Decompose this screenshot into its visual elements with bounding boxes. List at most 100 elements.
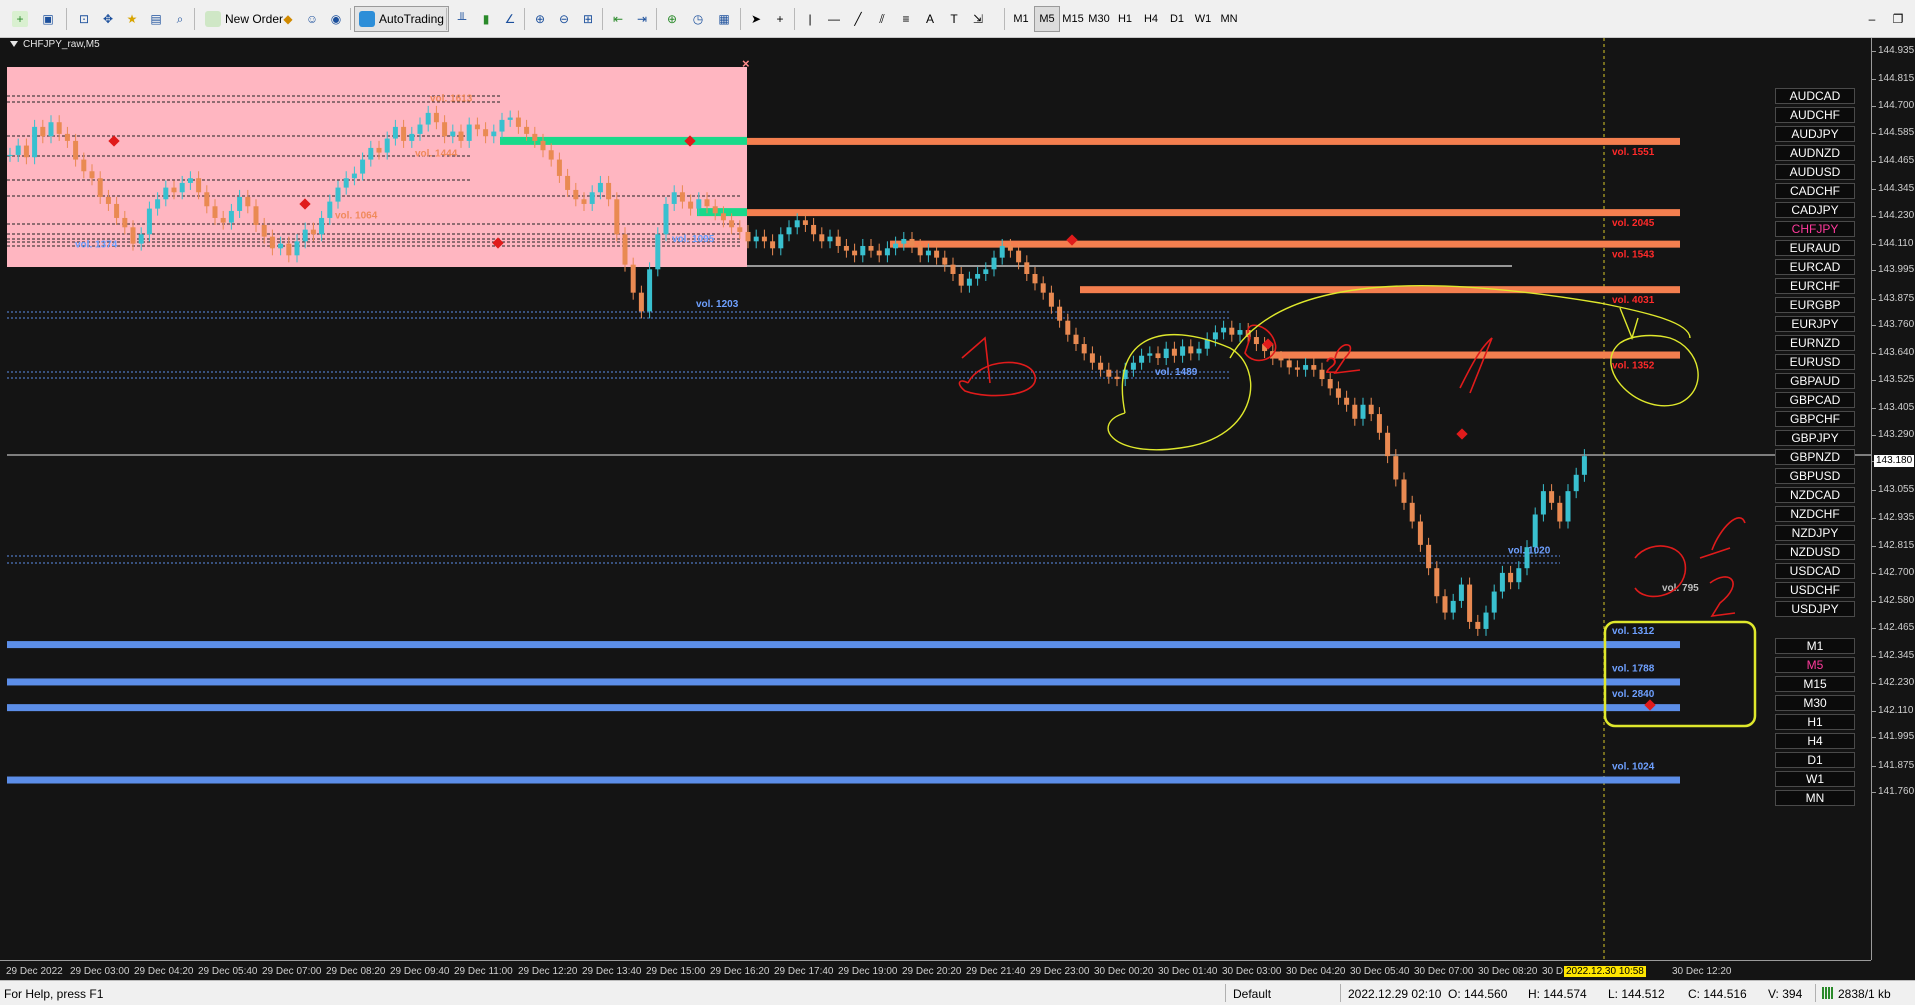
panel-tf-button-h1[interactable]: H1 bbox=[1775, 714, 1855, 730]
market-watch-icon[interactable]: ⊡ bbox=[72, 6, 96, 32]
trendline-icon[interactable]: ╱ bbox=[846, 6, 870, 32]
text-tool-icon[interactable]: A bbox=[918, 6, 942, 32]
navigator-icon[interactable]: ✥ bbox=[96, 6, 120, 32]
symbol-button-gbpusd[interactable]: GBPUSD bbox=[1775, 468, 1855, 484]
symbol-button-nzdcad[interactable]: NZDCAD bbox=[1775, 487, 1855, 503]
status-volume: V: 394 bbox=[1768, 987, 1803, 1001]
arrows-icon[interactable]: ⇲ bbox=[966, 6, 990, 32]
symbol-button-usdchf[interactable]: USDCHF bbox=[1775, 582, 1855, 598]
symbol-button-gbpaud[interactable]: GBPAUD bbox=[1775, 373, 1855, 389]
bar-chart-icon[interactable]: ╨ bbox=[450, 6, 474, 32]
profiles-icon[interactable]: ▣ bbox=[36, 6, 60, 32]
tf-m5[interactable]: M5 bbox=[1034, 6, 1060, 32]
vertical-line-icon[interactable]: | bbox=[798, 6, 822, 32]
candle-body bbox=[638, 292, 644, 312]
tile-windows-icon[interactable]: ⊞ bbox=[576, 6, 600, 32]
symbol-button-audnzd[interactable]: AUDNZD bbox=[1775, 145, 1855, 161]
symbol-button-audcad[interactable]: AUDCAD bbox=[1775, 88, 1855, 104]
terminal-icon[interactable]: ▤ bbox=[144, 6, 168, 32]
chart-shift-icon[interactable]: ⇥ bbox=[630, 6, 654, 32]
symbol-button-gbpcad[interactable]: GBPCAD bbox=[1775, 392, 1855, 408]
tf-d1[interactable]: D1 bbox=[1164, 6, 1190, 32]
panel-tf-button-d1[interactable]: D1 bbox=[1775, 752, 1855, 768]
panel-tf-button-m15[interactable]: M15 bbox=[1775, 676, 1855, 692]
new-chart-icon[interactable]: + bbox=[8, 6, 32, 32]
candle-body bbox=[155, 199, 161, 209]
symbol-button-cadjpy[interactable]: CADJPY bbox=[1775, 202, 1855, 218]
symbol-button-audusd[interactable]: AUDUSD bbox=[1775, 164, 1855, 180]
candlestick-icon[interactable]: ▮ bbox=[474, 6, 498, 32]
symbol-button-eurjpy[interactable]: EURJPY bbox=[1775, 316, 1855, 332]
price-tick bbox=[1872, 188, 1876, 190]
candle-body bbox=[958, 273, 964, 286]
panel-tf-button-m1[interactable]: M1 bbox=[1775, 638, 1855, 654]
time-label: 29 Dec 12:20 bbox=[518, 966, 578, 977]
panel-tf-button-m30[interactable]: M30 bbox=[1775, 695, 1855, 711]
candle-body bbox=[556, 159, 562, 176]
signals-icon[interactable]: ☺ bbox=[300, 6, 324, 32]
candle-body bbox=[942, 257, 948, 265]
horizontal-line-icon[interactable]: — bbox=[822, 6, 846, 32]
line-chart-icon[interactable]: ∠ bbox=[498, 6, 522, 32]
symbol-button-eurcad[interactable]: EURCAD bbox=[1775, 259, 1855, 275]
cursor-icon[interactable]: ➤ bbox=[744, 6, 768, 32]
symbol-button-nzdchf[interactable]: NZDCHF bbox=[1775, 506, 1855, 522]
time-axis[interactable]: 29 Dec 2022 29 Dec 03:00 29 Dec 04:20 29 De… bbox=[0, 960, 1871, 980]
metaeditor-icon[interactable]: ◆ bbox=[276, 6, 300, 32]
tf-h4[interactable]: H4 bbox=[1138, 6, 1164, 32]
restore-icon[interactable]: ❐ bbox=[1886, 6, 1910, 32]
price-label: 141.875 bbox=[1878, 759, 1915, 771]
symbol-button-eurchf[interactable]: EURCHF bbox=[1775, 278, 1855, 294]
symbol-button-audjpy[interactable]: AUDJPY bbox=[1775, 126, 1855, 142]
equidistant-channel-icon[interactable]: ⫽ bbox=[870, 6, 894, 32]
periods-icon[interactable]: ◷ bbox=[686, 6, 710, 32]
panel-tf-button-mn[interactable]: MN bbox=[1775, 790, 1855, 806]
symbol-button-euraud[interactable]: EURAUD bbox=[1775, 240, 1855, 256]
symbol-button-nzdjpy[interactable]: NZDJPY bbox=[1775, 525, 1855, 541]
tf-m15[interactable]: M15 bbox=[1060, 6, 1086, 32]
symbol-button-eurnzd[interactable]: EURNZD bbox=[1775, 335, 1855, 351]
panel-tf-button-m5[interactable]: M5 bbox=[1775, 657, 1855, 673]
symbol-button-gbpjpy[interactable]: GBPJPY bbox=[1775, 430, 1855, 446]
price-chart[interactable]: vol. 1551 vol. 2045 vol. 1543 vol. 4031 vol.… bbox=[0, 38, 1871, 960]
radio-icon[interactable]: ◉ bbox=[324, 6, 348, 32]
fibonacci-icon[interactable]: ≡ bbox=[894, 6, 918, 32]
crosshair-icon[interactable]: + bbox=[768, 6, 792, 32]
zone-close-icon[interactable]: × bbox=[742, 56, 750, 71]
templates-icon[interactable]: ▦ bbox=[712, 6, 736, 32]
price-axis[interactable]: 144.935 144.815 144.700 144.585 144.465 144.3… bbox=[1871, 38, 1915, 960]
level-vol-label: vol. 2045 bbox=[1612, 218, 1655, 229]
favorites-icon[interactable]: ★ bbox=[120, 6, 144, 32]
minimize-icon[interactable]: – bbox=[1860, 6, 1884, 32]
panel-tf-button-w1[interactable]: W1 bbox=[1775, 771, 1855, 787]
candle-body bbox=[286, 243, 292, 256]
chart-window[interactable]: vol. 1551 vol. 2045 vol. 1543 vol. 4031 vol.… bbox=[0, 38, 1915, 980]
tf-m1[interactable]: M1 bbox=[1008, 6, 1034, 32]
autoscroll-icon[interactable]: ⇤ bbox=[606, 6, 630, 32]
symbol-button-eurusd[interactable]: EURUSD bbox=[1775, 354, 1855, 370]
symbol-button-gbpchf[interactable]: GBPCHF bbox=[1775, 411, 1855, 427]
symbol-button-usdcad[interactable]: USDCAD bbox=[1775, 563, 1855, 579]
symbol-button-cadchf[interactable]: CADCHF bbox=[1775, 183, 1855, 199]
zoom-in-icon[interactable]: ⊕ bbox=[528, 6, 552, 32]
symbol-button-usdjpy[interactable]: USDJPY bbox=[1775, 601, 1855, 617]
indicators-icon[interactable]: ⊕ bbox=[660, 6, 684, 32]
strategy-tester-icon[interactable]: ⌕ bbox=[168, 6, 192, 32]
text-label-icon[interactable]: T bbox=[942, 6, 966, 32]
panel-tf-button-h4[interactable]: H4 bbox=[1775, 733, 1855, 749]
symbol-button-audchf[interactable]: AUDCHF bbox=[1775, 107, 1855, 123]
autotrading-button[interactable]: AutoTrading bbox=[354, 6, 449, 32]
candle-body bbox=[589, 192, 595, 204]
symbol-button-gbpnzd[interactable]: GBPNZD bbox=[1775, 449, 1855, 465]
tf-h1[interactable]: H1 bbox=[1112, 6, 1138, 32]
new-order-button[interactable]: New Order bbox=[200, 6, 288, 32]
candle-body bbox=[187, 178, 193, 183]
tf-mn[interactable]: MN bbox=[1216, 6, 1242, 32]
zoom-out-icon[interactable]: ⊖ bbox=[552, 6, 576, 32]
tf-m30[interactable]: M30 bbox=[1086, 6, 1112, 32]
symbol-button-eurgbp[interactable]: EURGBP bbox=[1775, 297, 1855, 313]
symbol-button-nzdusd[interactable]: NZDUSD bbox=[1775, 544, 1855, 560]
tf-w1[interactable]: W1 bbox=[1190, 6, 1216, 32]
level-bar bbox=[747, 209, 1680, 217]
symbol-button-chfjpy[interactable]: CHFJPY bbox=[1775, 221, 1855, 237]
